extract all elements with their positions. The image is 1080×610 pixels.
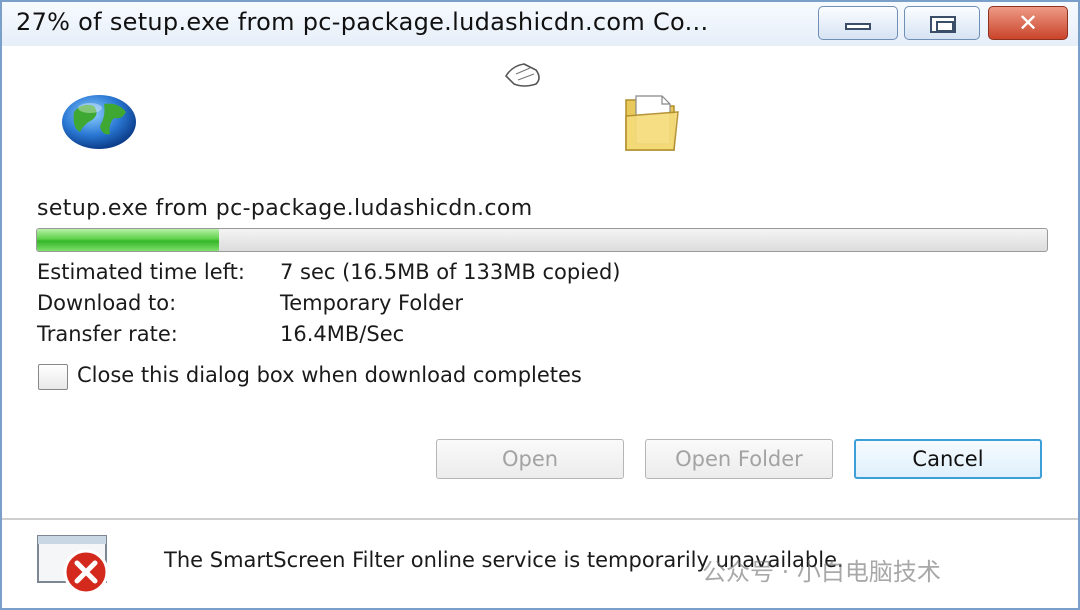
- close-when-done-checkbox[interactable]: [38, 364, 68, 390]
- info-value: 7 sec (16.5MB of 133MB copied): [280, 260, 621, 284]
- info-value: Temporary Folder: [280, 291, 463, 315]
- close-icon: ✕: [1017, 9, 1039, 37]
- title-bar[interactable]: 27% of setup.exe from pc-package.ludashi…: [2, 2, 1078, 46]
- close-button[interactable]: ✕: [988, 6, 1068, 40]
- info-label: Download to:: [37, 291, 177, 315]
- globe-icon: [62, 95, 136, 149]
- maximize-button[interactable]: [904, 6, 980, 40]
- watermark: 公众号 · 小白电脑技术: [702, 558, 941, 586]
- cancel-button[interactable]: Cancel: [854, 439, 1042, 479]
- info-value: 16.4MB/Sec: [280, 322, 405, 346]
- open-folder-button[interactable]: Open Folder: [645, 439, 833, 479]
- window-title: 27% of setup.exe from pc-package.ludashi…: [16, 8, 709, 36]
- info-label: Estimated time left:: [37, 260, 245, 284]
- flying-document-icon: [504, 63, 540, 87]
- status-divider: [2, 518, 1078, 520]
- download-progress-bar: [36, 228, 1048, 252]
- progress-fill: [37, 229, 219, 251]
- error-icon: [37, 535, 109, 595]
- minimize-button[interactable]: [818, 6, 898, 40]
- download-dialog: 27% of setup.exe from pc-package.ludashi…: [0, 0, 1080, 610]
- info-label: Transfer rate:: [37, 322, 178, 346]
- maximize-icon: [930, 16, 956, 33]
- close-when-done-label[interactable]: Close this dialog box when download comp…: [77, 363, 582, 387]
- download-source: setup.exe from pc-package.ludashicdn.com: [37, 196, 533, 221]
- open-button[interactable]: Open: [436, 439, 624, 479]
- folder-icon: [625, 95, 679, 151]
- minimize-icon: [845, 23, 871, 30]
